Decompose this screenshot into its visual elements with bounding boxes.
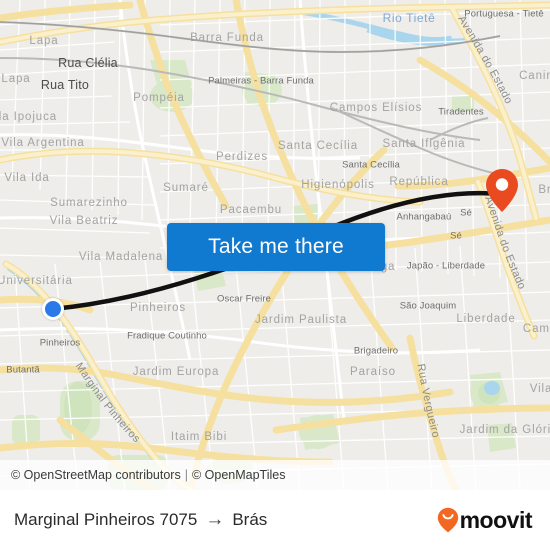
park-lake <box>484 381 500 395</box>
attribution-openmaptiles[interactable]: © OpenMapTiles <box>192 468 286 482</box>
footer-bar: Marginal Pinheiros 7075 → Brás moovit <box>0 490 550 550</box>
moovit-pin-icon <box>437 507 458 533</box>
moovit-trip-map-screen: Marginal Pinheiros Avenida do Estado Ave… <box>0 0 550 550</box>
trip-summary: Marginal Pinheiros 7075 → Brás <box>14 509 267 531</box>
take-me-there-button[interactable]: Take me there <box>167 223 385 271</box>
moovit-logo: moovit <box>437 506 533 534</box>
destination-pin[interactable] <box>485 168 519 213</box>
attribution-osm[interactable]: © OpenStreetMap contributors <box>11 468 181 482</box>
trip-origin-label: Marginal Pinheiros 7075 <box>14 510 198 529</box>
attribution-separator: | <box>184 468 188 482</box>
origin-dot[interactable] <box>42 298 64 320</box>
map-attribution: © OpenStreetMap contributors | © OpenMap… <box>0 460 550 490</box>
moovit-wordmark: moovit <box>459 506 533 533</box>
trip-destination-label: Brás <box>232 510 268 529</box>
map-pin-icon <box>486 169 518 212</box>
map-canvas[interactable]: Marginal Pinheiros Avenida do Estado Ave… <box>0 0 550 490</box>
arrow-right-icon: → <box>205 509 225 530</box>
